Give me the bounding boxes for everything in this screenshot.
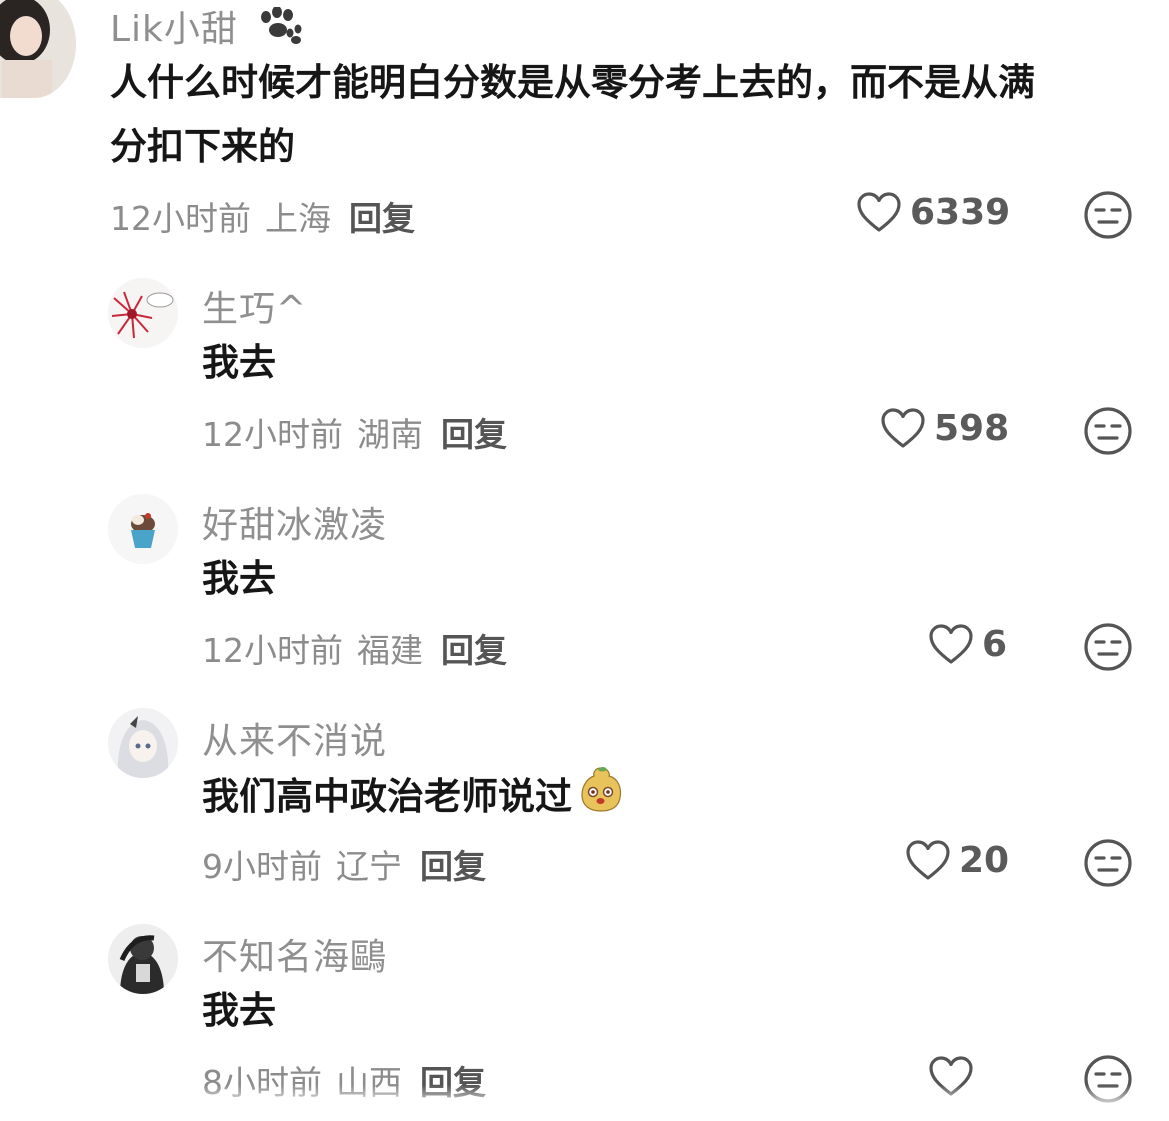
- reply-button[interactable]: 回复: [420, 847, 486, 886]
- comment-text: 我去: [202, 989, 276, 1032]
- username[interactable]: 好甜冰激凌: [202, 496, 387, 548]
- like-count: 598: [934, 407, 1010, 449]
- timestamp: 12小时前: [110, 199, 251, 238]
- reply-button[interactable]: 回复: [441, 631, 507, 670]
- like-button[interactable]: 6339: [856, 191, 1010, 233]
- like-button[interactable]: 598: [880, 407, 1009, 449]
- heart-outline-icon: [857, 192, 901, 232]
- username[interactable]: 从来不消说: [202, 712, 387, 764]
- location: 福建: [357, 631, 423, 670]
- location: 上海: [265, 199, 331, 238]
- comment-meta: 12小时前 上海 回复: [110, 192, 415, 240]
- potato-face-emoji: [576, 764, 626, 833]
- neutral-face-icon: [1084, 407, 1132, 455]
- avatar[interactable]: [108, 924, 178, 994]
- like-count: 6: [982, 623, 1008, 665]
- comment-text: 我去: [202, 341, 276, 384]
- heart-outline-icon: [929, 624, 973, 664]
- dislike-button[interactable]: [1083, 406, 1133, 460]
- comment-text: 我们高中政治老师说过: [202, 764, 626, 833]
- username[interactable]: 不知名海鷗: [202, 928, 387, 980]
- like-count: 6339: [910, 191, 1011, 233]
- paw-print-icon: [256, 5, 304, 56]
- dislike-button[interactable]: [1083, 838, 1133, 892]
- avatar[interactable]: [108, 278, 178, 348]
- reply-button[interactable]: 回复: [349, 199, 415, 238]
- comment-text-line: 分扣下来的: [110, 125, 295, 168]
- comment-text: 人什么时候才能明白分数是从零分考上去的，而不是从满 分扣下来的: [110, 52, 1035, 178]
- username-text[interactable]: Lik小甜: [110, 9, 238, 50]
- comment-text-line: 人什么时候才能明白分数是从零分考上去的，而不是从满: [110, 61, 1035, 104]
- dislike-button[interactable]: [1083, 622, 1133, 676]
- avatar[interactable]: [108, 708, 178, 778]
- timestamp: 12小时前: [202, 631, 343, 670]
- comment-text: 我去: [202, 557, 276, 600]
- neutral-face-icon: [1084, 191, 1132, 239]
- neutral-face-icon: [1084, 623, 1132, 671]
- avatar[interactable]: [0, 0, 76, 98]
- bottom-fade-overlay: [0, 1085, 1169, 1121]
- heart-outline-icon: [906, 840, 950, 880]
- like-count: 20: [959, 839, 1010, 881]
- comment-text-content: 我们高中政治老师说过: [202, 775, 572, 818]
- username[interactable]: 生巧^: [202, 280, 307, 332]
- dislike-button[interactable]: [1083, 190, 1133, 244]
- timestamp: 12小时前: [202, 415, 343, 454]
- timestamp: 9小时前: [202, 847, 322, 886]
- comment-meta: 12小时前 湖南 回复: [202, 408, 507, 456]
- comment-meta: 9小时前 辽宁 回复: [202, 840, 486, 888]
- reply-button[interactable]: 回复: [441, 415, 507, 454]
- username[interactable]: Lik小甜: [110, 0, 304, 56]
- avatar[interactable]: [108, 494, 178, 564]
- like-button[interactable]: 6: [928, 623, 1007, 665]
- comment-meta: 12小时前 福建 回复: [202, 624, 507, 672]
- heart-outline-icon: [881, 408, 925, 448]
- like-button[interactable]: 20: [905, 839, 1009, 881]
- location: 湖南: [357, 415, 423, 454]
- location: 辽宁: [336, 847, 402, 886]
- neutral-face-icon: [1084, 839, 1132, 887]
